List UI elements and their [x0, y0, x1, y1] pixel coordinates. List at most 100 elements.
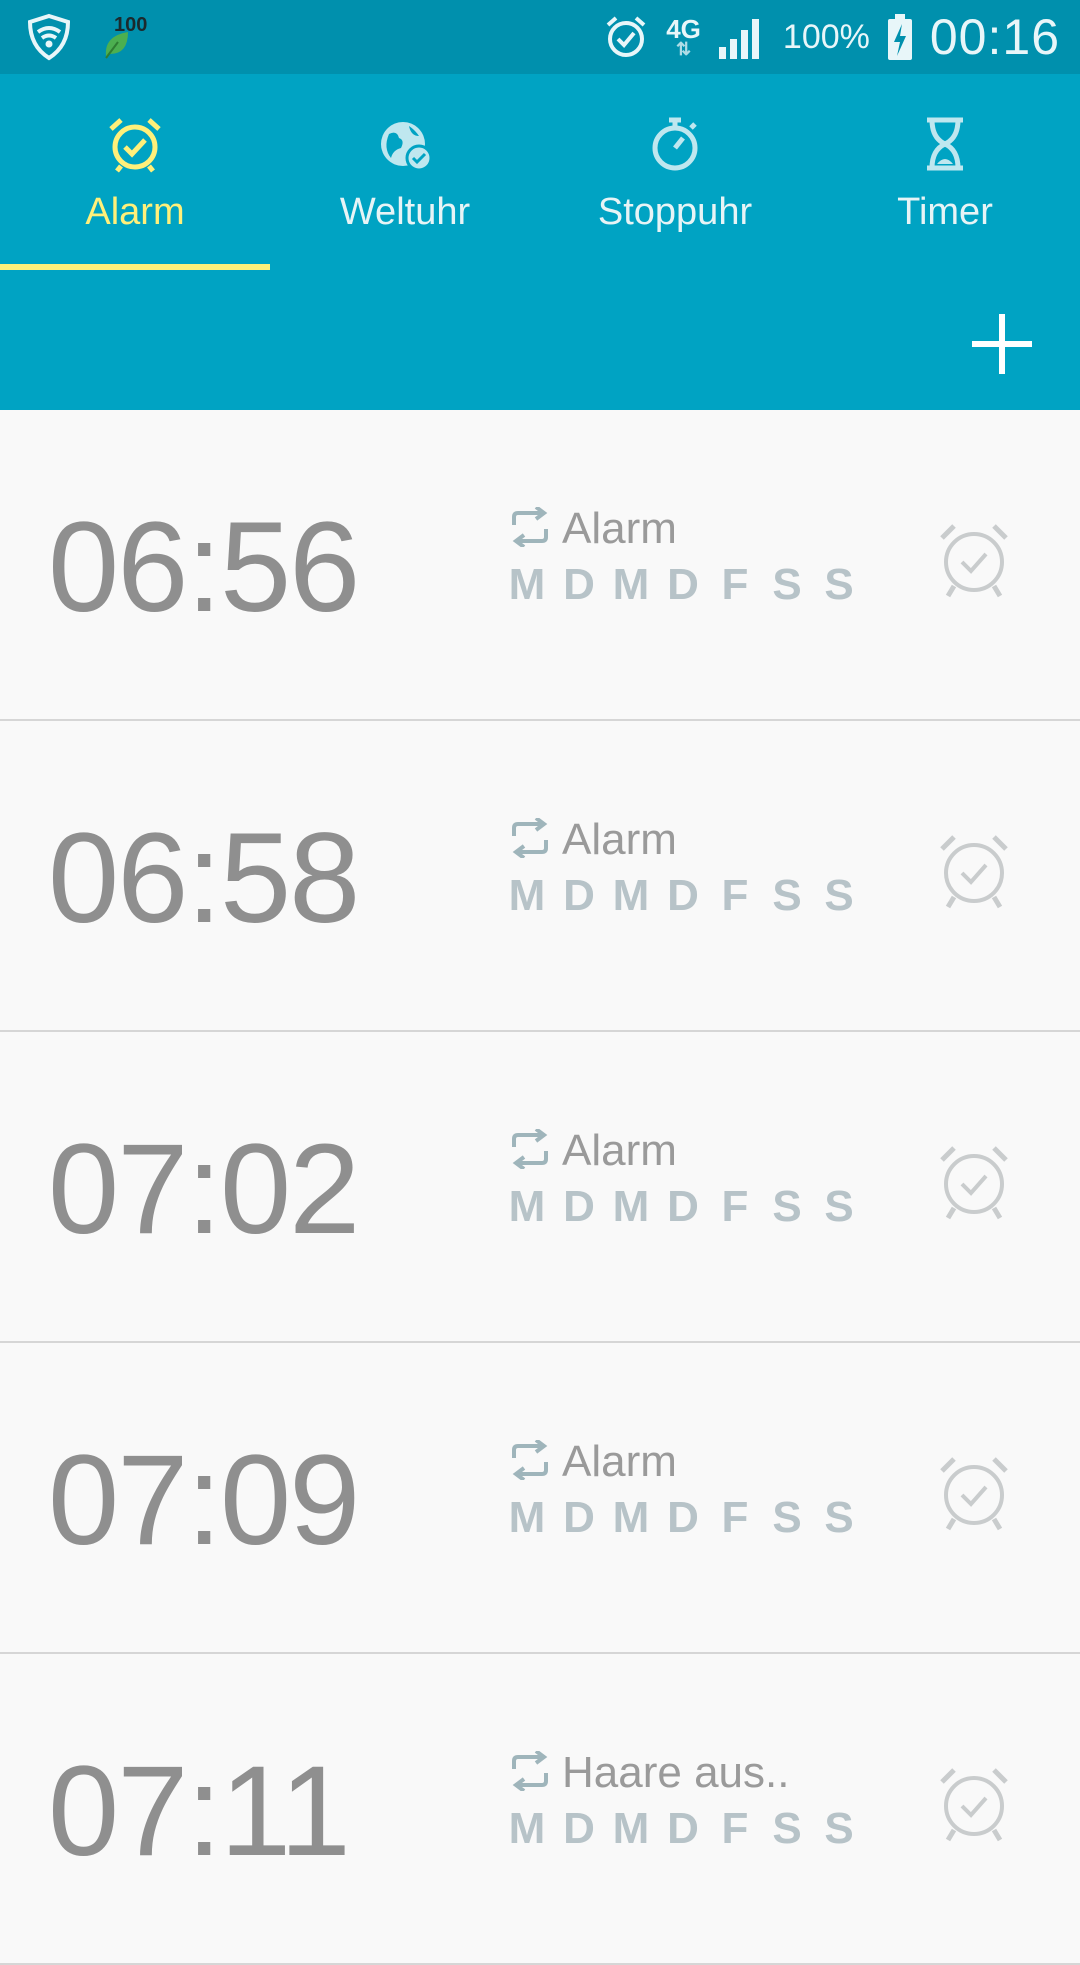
repeat-icon — [508, 815, 552, 863]
alarm-clock-icon — [936, 1768, 1012, 1848]
tab-label: Stoppuhr — [597, 191, 753, 233]
alarm-time: 07:02 — [48, 1118, 360, 1261]
alarm-time: 06:58 — [48, 807, 360, 950]
day-monday: M — [508, 871, 546, 920]
day-thursday: D — [667, 1182, 699, 1231]
alarm-toggle-button[interactable] — [936, 1453, 1012, 1533]
alarm-toggle-button[interactable] — [936, 831, 1012, 911]
tab-label: Alarm — [85, 191, 185, 233]
day-monday: M — [508, 1493, 546, 1542]
alarm-meta: Alarm M D M D F S S — [508, 504, 858, 610]
alarm-list: 06:56 Alarm M D M D F S S 06:58 Alarm M … — [0, 410, 1080, 1965]
day-friday: F — [721, 1493, 749, 1542]
badge-number: 100 — [114, 14, 148, 36]
day-saturday: S — [772, 560, 802, 609]
day-tuesday: D — [563, 560, 595, 609]
globe-icon — [375, 114, 435, 179]
tab-world-clock[interactable]: Weltuhr — [270, 74, 540, 264]
day-wednesday: M — [612, 1493, 650, 1542]
repeat-days: M D M D F S S — [508, 1804, 858, 1854]
alarm-clock-icon — [936, 524, 1012, 604]
day-friday: F — [721, 1182, 749, 1231]
alarm-meta: Alarm M D M D F S S — [508, 1126, 858, 1232]
repeat-days: M D M D F S S — [508, 1182, 858, 1232]
tab-stopwatch[interactable]: Stoppuhr — [540, 74, 810, 264]
leaf-badge-icon: 100 — [102, 14, 148, 60]
repeat-icon — [508, 1437, 552, 1485]
alarm-item[interactable]: 06:58 Alarm M D M D F S S — [0, 721, 1080, 1032]
day-saturday: S — [772, 1804, 802, 1853]
add-alarm-button[interactable] — [964, 306, 1040, 382]
battery-percent: 100% — [782, 17, 870, 56]
day-sunday: S — [824, 1804, 854, 1853]
day-saturday: S — [772, 871, 802, 920]
repeat-days: M D M D F S S — [508, 560, 858, 610]
repeat-icon — [508, 1748, 552, 1796]
alarm-name: Alarm — [562, 1126, 677, 1175]
tab-bar: Alarm Weltuhr Stoppuhr Timer — [0, 74, 1080, 270]
day-friday: F — [721, 560, 749, 609]
day-sunday: S — [824, 1182, 854, 1231]
day-friday: F — [721, 1804, 749, 1853]
network-indicator: 4G ⇅ — [666, 16, 701, 59]
battery-charging-icon — [886, 12, 914, 62]
day-wednesday: M — [612, 1182, 650, 1231]
status-bar: 100 4G ⇅ 100% 00:16 — [0, 0, 1080, 74]
alarm-toggle-button[interactable] — [936, 1764, 1012, 1844]
alarm-clock-icon — [936, 1146, 1012, 1226]
alarm-item[interactable]: 07:09 Alarm M D M D F S S — [0, 1343, 1080, 1654]
day-tuesday: D — [563, 1493, 595, 1542]
tab-timer[interactable]: Timer — [810, 74, 1080, 264]
day-sunday: S — [824, 1493, 854, 1542]
repeat-icon — [508, 1126, 552, 1174]
alarm-time: 06:56 — [48, 496, 360, 639]
alarm-time: 07:11 — [48, 1740, 351, 1883]
day-wednesday: M — [612, 1804, 650, 1853]
tab-label: Timer — [897, 191, 993, 233]
tab-alarm[interactable]: Alarm — [0, 74, 270, 270]
day-tuesday: D — [563, 871, 595, 920]
day-thursday: D — [667, 1804, 699, 1853]
alarm-item[interactable]: 07:02 Alarm M D M D F S S — [0, 1032, 1080, 1343]
alarm-clock-icon — [936, 1457, 1012, 1537]
alarm-toggle-button[interactable] — [936, 520, 1012, 600]
day-saturday: S — [772, 1493, 802, 1542]
day-tuesday: D — [563, 1804, 595, 1853]
data-arrows-icon: ⇅ — [676, 39, 692, 59]
status-clock: 00:16 — [929, 9, 1060, 65]
alarm-item[interactable]: 06:56 Alarm M D M D F S S — [0, 410, 1080, 721]
alarm-name: Alarm — [562, 815, 677, 864]
alarm-icon — [602, 13, 650, 61]
day-tuesday: D — [563, 1182, 595, 1231]
day-wednesday: M — [612, 560, 650, 609]
repeat-icon — [508, 504, 552, 552]
day-thursday: D — [667, 871, 699, 920]
alarm-name: Haare aus.. — [562, 1748, 790, 1797]
alarm-clock-icon — [105, 114, 165, 179]
hourglass-icon — [915, 114, 975, 179]
day-monday: M — [508, 560, 546, 609]
day-thursday: D — [667, 1493, 699, 1542]
day-sunday: S — [824, 871, 854, 920]
alarm-meta: Haare aus.. M D M D F S S — [508, 1748, 858, 1854]
signal-icon — [717, 13, 767, 61]
alarm-name: Alarm — [562, 504, 677, 553]
alarm-item[interactable]: 07:11 Haare aus.. M D M D F S S — [0, 1654, 1080, 1965]
day-saturday: S — [772, 1182, 802, 1231]
alarm-meta: Alarm M D M D F S S — [508, 815, 858, 921]
app-header: Alarm Weltuhr Stoppuhr Timer — [0, 74, 1080, 410]
alarm-time: 07:09 — [48, 1429, 360, 1572]
alarm-toggle-button[interactable] — [936, 1142, 1012, 1222]
alarm-meta: Alarm M D M D F S S — [508, 1437, 858, 1543]
day-monday: M — [508, 1182, 546, 1231]
day-friday: F — [721, 871, 749, 920]
alarm-clock-icon — [936, 835, 1012, 915]
day-monday: M — [508, 1804, 546, 1853]
day-sunday: S — [824, 560, 854, 609]
shield-wifi-icon — [24, 12, 74, 62]
repeat-days: M D M D F S S — [508, 1493, 858, 1543]
day-wednesday: M — [612, 871, 650, 920]
day-thursday: D — [667, 560, 699, 609]
tab-label: Weltuhr — [339, 191, 471, 233]
repeat-days: M D M D F S S — [508, 871, 858, 921]
